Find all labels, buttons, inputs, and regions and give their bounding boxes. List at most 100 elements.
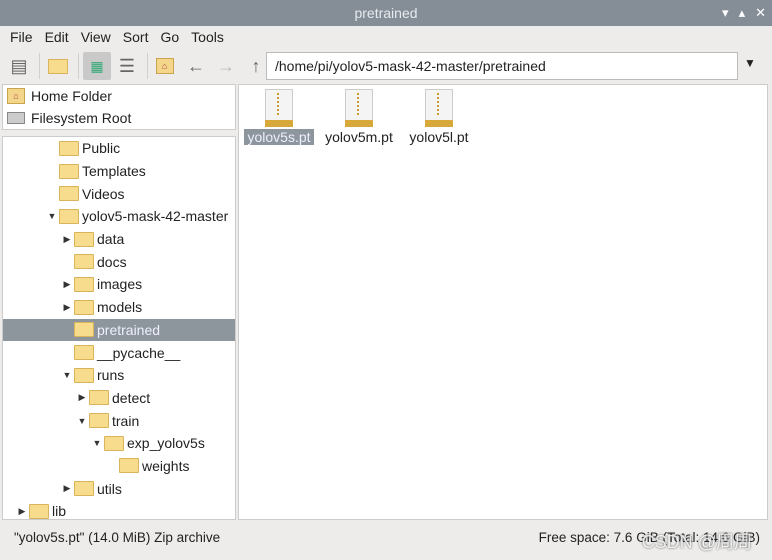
videos-folder-icon	[59, 186, 79, 202]
tree-item-label: utils	[97, 480, 122, 497]
close-icon[interactable]: ✕	[755, 0, 766, 26]
tree-item-label: lib	[52, 503, 67, 520]
place-home-folder[interactable]: ⌂ Home Folder	[3, 85, 235, 107]
tree-item[interactable]: ▶ data	[3, 228, 235, 251]
menu-tools[interactable]: Tools	[185, 26, 230, 48]
folder-icon	[74, 254, 94, 270]
folder-icon	[74, 299, 94, 315]
tree-item[interactable]: pretrained	[3, 318, 235, 342]
selection-info: "yolov5s.pt" (14.0 MiB) Zip archive	[14, 530, 221, 545]
file-item[interactable]: yolov5m.pt	[319, 89, 399, 145]
menu-bar: File Edit View Sort Go Tools	[0, 26, 230, 48]
tree-item[interactable]: weights	[3, 455, 235, 478]
tree-item-label: __pycache__	[97, 344, 181, 361]
home-icon: ⌂	[7, 88, 25, 104]
tree-item-label: Public	[82, 140, 121, 157]
zip-archive-icon	[345, 89, 373, 127]
tree-item-label: Templates	[82, 163, 146, 180]
forward-icon[interactable]: →	[212, 52, 240, 80]
icon-view-icon[interactable]: ▦	[83, 52, 111, 80]
window-title: pretrained	[354, 5, 418, 21]
file-view: yolov5s.pt yolov5m.pt yolov5l.pt	[238, 84, 768, 520]
tree-item-label: train	[112, 412, 140, 429]
tree-item[interactable]: ▶ detect	[3, 387, 235, 410]
folder-icon	[29, 503, 49, 519]
menu-edit[interactable]: Edit	[39, 26, 75, 48]
expander-closed-icon[interactable]: ▶	[15, 506, 29, 517]
folder-icon	[74, 345, 94, 361]
expander-open-icon[interactable]: ▼	[90, 438, 104, 448]
status-bar: "yolov5s.pt" (14.0 MiB) Zip archive Free…	[0, 520, 772, 559]
tree-item[interactable]: Public	[3, 137, 235, 160]
zip-archive-icon	[265, 89, 293, 127]
folder-icon	[104, 435, 124, 451]
file-name: yolov5m.pt	[325, 129, 393, 145]
public-folder-icon	[59, 140, 79, 156]
expander-closed-icon[interactable]: ▶	[60, 279, 74, 290]
tree-item-label: images	[97, 276, 143, 293]
folder-icon	[74, 322, 94, 338]
place-filesystem-root[interactable]: Filesystem Root	[3, 107, 235, 129]
expander-open-icon[interactable]: ▼	[45, 211, 59, 221]
tree-item[interactable]: ▶ lib	[3, 500, 235, 520]
menu-file[interactable]: File	[4, 26, 39, 48]
folder-icon	[74, 481, 94, 497]
chevron-down-icon[interactable]: ▼	[744, 56, 756, 70]
back-icon[interactable]: ←	[182, 52, 210, 80]
tree-item-label: detect	[112, 389, 151, 406]
folder-icon	[89, 413, 109, 429]
folder-icon	[74, 367, 94, 383]
expander-open-icon[interactable]: ▼	[75, 416, 89, 426]
tree-item[interactable]: docs	[3, 250, 235, 273]
templates-folder-icon	[59, 163, 79, 179]
tree-item-label: models	[97, 299, 143, 316]
expander-closed-icon[interactable]: ▶	[75, 392, 89, 403]
menu-view[interactable]: View	[75, 26, 117, 48]
watermark: CSDN @周周	[641, 532, 752, 552]
list-view-icon[interactable]: ☰	[113, 52, 141, 80]
folder-icon	[89, 390, 109, 406]
expander-closed-icon[interactable]: ▶	[60, 483, 74, 494]
expander-open-icon[interactable]: ▼	[60, 370, 74, 380]
tree-item[interactable]: ▼ yolov5-mask-42-master	[3, 205, 235, 228]
new-folder-icon[interactable]	[44, 52, 72, 80]
maximize-icon[interactable]: ▴	[739, 0, 746, 26]
tree-item[interactable]: ▼ train	[3, 409, 235, 432]
zip-archive-icon	[425, 89, 453, 127]
folder-icon	[74, 276, 94, 292]
file-item[interactable]: yolov5s.pt	[239, 89, 319, 145]
places-panel: ⌂ Home Folder Filesystem Root	[2, 84, 236, 130]
tree-item-label: data	[97, 231, 125, 248]
minimize-icon[interactable]: ▾	[722, 0, 729, 26]
tree-item[interactable]: ▼ runs	[3, 364, 235, 387]
home-icon[interactable]: ⌂	[152, 52, 180, 80]
expander-closed-icon[interactable]: ▶	[60, 234, 74, 245]
expander-closed-icon[interactable]: ▶	[60, 302, 74, 313]
tree-item[interactable]: ▶ models	[3, 296, 235, 319]
address-bar[interactable]: /home/pi/yolov5-mask-42-master/pretraine…	[266, 52, 738, 80]
tree-item[interactable]: Templates	[3, 160, 235, 183]
tree-item-label: yolov5-mask-42-master	[82, 208, 229, 225]
tree-item-label: docs	[97, 253, 127, 270]
tree-item[interactable]: ▼ exp_yolov5s	[3, 432, 235, 455]
folder-icon	[119, 458, 139, 474]
tree-item[interactable]: ▶ utils	[3, 477, 235, 500]
tree-item[interactable]: ▶ images	[3, 273, 235, 296]
tree-item-label: Videos	[82, 185, 125, 202]
tree-item[interactable]: __pycache__	[3, 341, 235, 364]
folder-icon	[74, 231, 94, 247]
menu-go[interactable]: Go	[154, 26, 185, 48]
tree-item[interactable]: Videos	[3, 182, 235, 205]
folder-icon	[59, 208, 79, 224]
directory-tree[interactable]: Public Templates Videos ▼ yolov5-mask-42-mas…	[2, 136, 236, 520]
new-window-icon[interactable]: ▤	[5, 52, 33, 80]
tree-item-label: weights	[142, 457, 190, 474]
file-name: yolov5l.pt	[409, 129, 469, 145]
menu-sort[interactable]: Sort	[117, 26, 155, 48]
tree-item-label: runs	[97, 367, 125, 384]
file-name: yolov5s.pt	[244, 129, 314, 145]
file-item[interactable]: yolov5l.pt	[399, 89, 479, 145]
title-bar: pretrained ▾ ▴ ✕	[0, 0, 772, 26]
tree-item-label: exp_yolov5s	[127, 435, 205, 452]
tree-item-label: pretrained	[97, 321, 161, 338]
